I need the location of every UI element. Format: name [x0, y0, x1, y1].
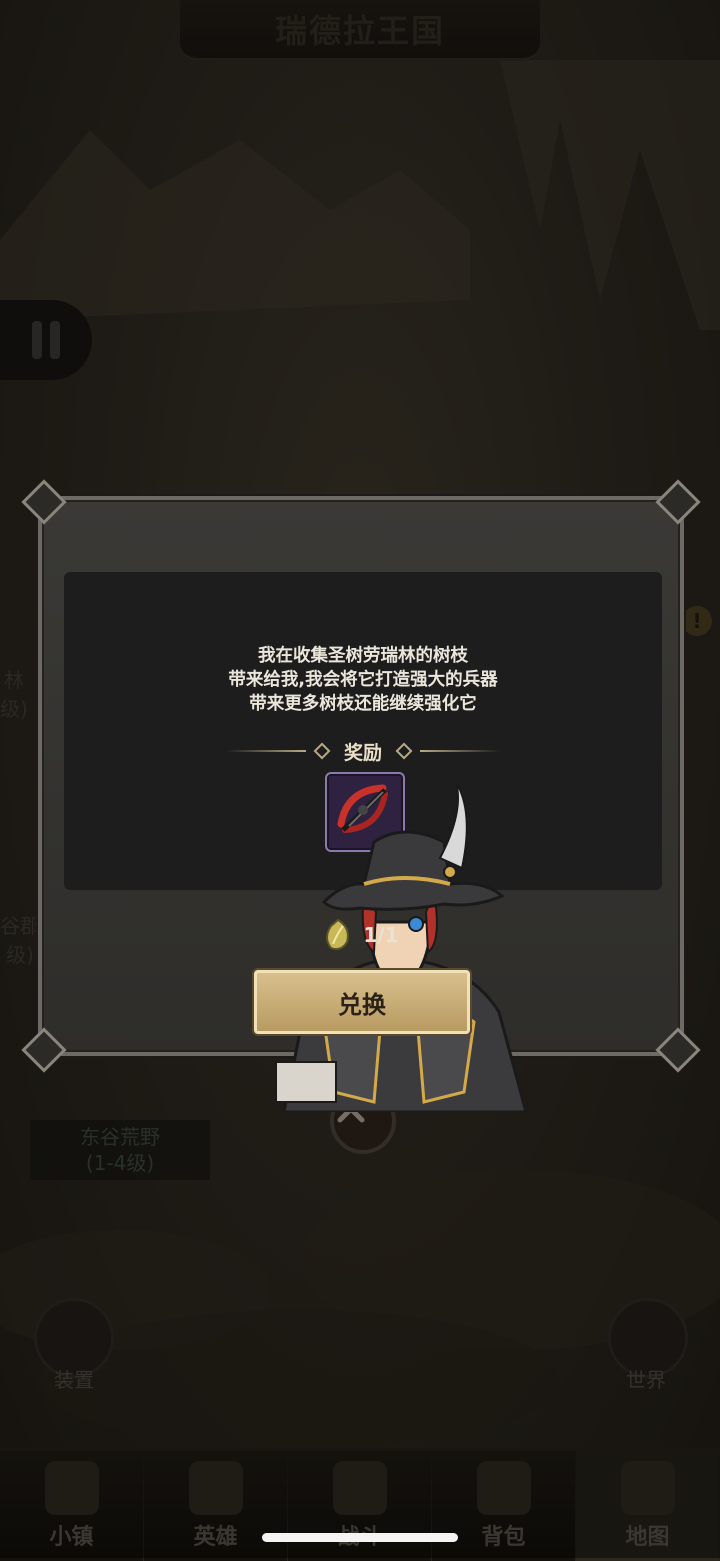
quest-line-1: 我在收集圣树劳瑞林的树枝: [258, 646, 468, 666]
branch-token-icon: [326, 918, 350, 951]
quest-description: 我在收集圣树劳瑞林的树枝 带来给我,我会将它打造强大的兵器 带来更多树枝还能继续…: [64, 644, 662, 716]
home-indicator[interactable]: [262, 1533, 458, 1542]
cost-row: 1/1: [42, 918, 680, 952]
exchange-button-label: 兑换: [338, 990, 386, 1019]
exchange-button[interactable]: 兑换: [254, 970, 470, 1034]
quest-exchange-dialog: 我在收集圣树劳瑞林的树枝 带来给我,我会将它打造强大的兵器 带来更多树枝还能继续…: [21, 479, 701, 1112]
divider-right: [420, 750, 500, 752]
reward-header: 奖励: [64, 738, 662, 764]
cost-value: 1/1: [363, 923, 399, 947]
divider-left: [225, 750, 306, 752]
quest-line-3: 带来更多树枝还能继续强化它: [249, 694, 477, 714]
reward-title: 奖励: [343, 741, 382, 764]
quest-line-2: 带来给我,我会将它打造强大的兵器: [228, 670, 498, 690]
